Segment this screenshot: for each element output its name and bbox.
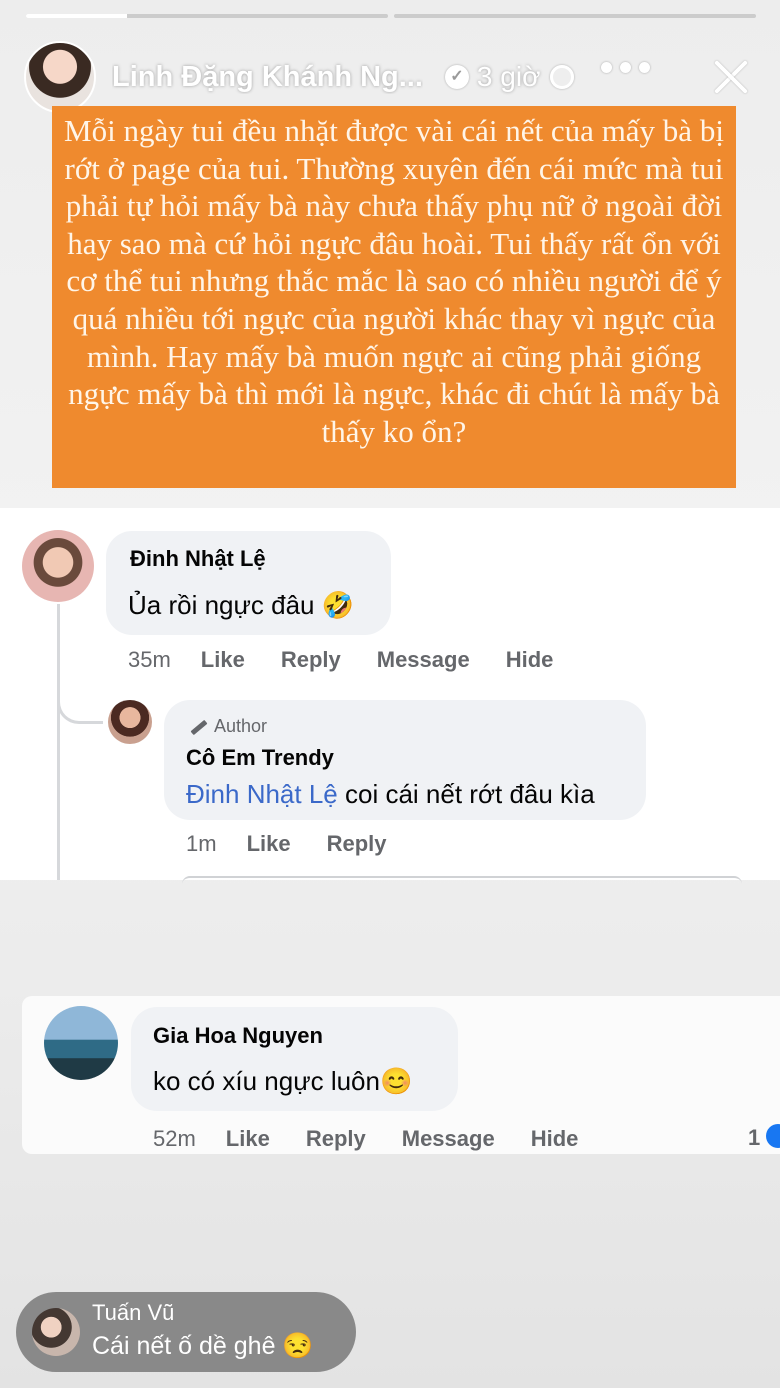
reply-link[interactable]: Reply (306, 1126, 366, 1152)
author-name[interactable]: Linh Đặng Khánh Ng... (112, 61, 423, 94)
post-text-card: Mỗi ngày tui đều nhặt được vài cái nết c… (52, 106, 736, 488)
author-avatar[interactable] (24, 41, 96, 113)
reply-text: Cái nết ố dề ghê 😒 (92, 1332, 314, 1360)
message-link[interactable]: Message (377, 647, 470, 673)
hide-link[interactable]: Hide (531, 1126, 579, 1152)
comment-text: Ủa rồi ngực đâu 🤣 (128, 590, 355, 620)
mention-link[interactable]: Đinh Nhật Lệ (186, 779, 338, 809)
more-icon[interactable] (601, 62, 650, 73)
story-time: 3 giờ (476, 61, 541, 92)
author-badge-label: Author (214, 716, 268, 736)
comment-author: Gia Hoa Nguyen (153, 1023, 323, 1048)
globe-icon (550, 65, 575, 89)
avatar (32, 1308, 80, 1356)
reply-author: Tuấn Vũ (92, 1300, 175, 1325)
comment-actions: 35m Like Reply Message Hide (128, 647, 589, 673)
thread-line (57, 604, 60, 880)
like-link[interactable]: Like (247, 831, 291, 857)
pencil-icon (188, 719, 208, 735)
hide-link[interactable]: Hide (506, 647, 554, 673)
progress-segment (26, 14, 388, 18)
reply-link[interactable]: Reply (327, 831, 387, 857)
comment-text: ko có xíu ngực luôn😊 (153, 1066, 413, 1096)
avatar (44, 1006, 118, 1080)
comment-actions: 1m Like Reply (186, 831, 423, 857)
story-progress (26, 14, 756, 19)
close-icon[interactable] (712, 58, 750, 96)
comment-time: 1m (186, 831, 217, 856)
comment-author: Cô Em Trendy (186, 745, 334, 770)
like-link[interactable]: Like (201, 647, 245, 673)
comment-actions: 52m Like Reply Message Hide (153, 1126, 614, 1152)
comment-author: Đinh Nhật Lệ (130, 546, 266, 571)
reply-link[interactable]: Reply (281, 647, 341, 673)
message-link[interactable]: Message (402, 1126, 495, 1152)
avatar (108, 700, 152, 744)
reaction-count: 1 (748, 1125, 761, 1150)
verified-icon: ✓ (444, 65, 469, 89)
avatar (22, 530, 94, 602)
story-header: Linh Đặng Khánh Ng... ✓ 3 giờ (24, 40, 756, 114)
comment-time: 35m (128, 647, 171, 672)
author-badge: Author (188, 716, 267, 737)
post-text: Mỗi ngày tui đều nhặt được vài cái nết c… (64, 113, 724, 449)
comment-time: 52m (153, 1126, 196, 1151)
reply-input-edge (182, 876, 742, 884)
progress-segment (394, 14, 756, 18)
comment-text: Đinh Nhật Lệ coi cái nết rớt đâu kìa (186, 779, 595, 810)
like-link[interactable]: Like (226, 1126, 270, 1152)
comment-text-body: coi cái nết rớt đâu kìa (345, 779, 595, 809)
